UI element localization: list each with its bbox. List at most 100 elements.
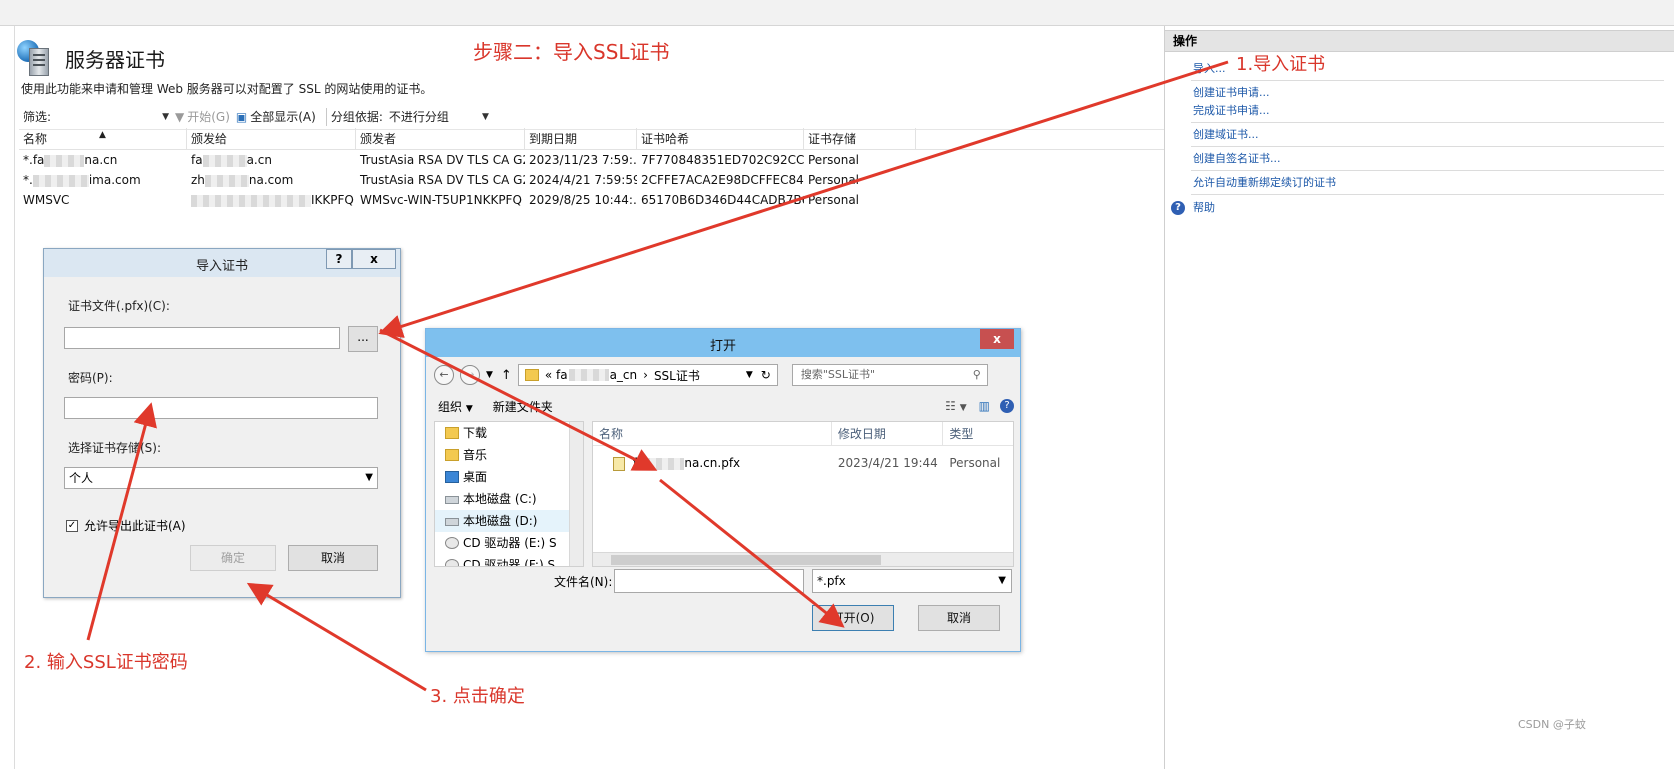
tree-item-drive-d[interactable]: 本地磁盘 (D:)	[435, 510, 583, 532]
show-all-button[interactable]: ▣ 全部显示(A)	[236, 108, 316, 125]
action-separator	[1191, 122, 1664, 123]
cd-drive-icon	[445, 559, 459, 566]
step1-annotation: 1.导入证书	[1236, 54, 1326, 75]
allow-export-label: 允许导出此证书(A)	[84, 519, 186, 533]
watermark: CSDN @子蚊	[1518, 718, 1586, 731]
store-label: 选择证书存储(S):	[68, 441, 162, 455]
start-filter-label: 开始(G)	[187, 110, 230, 124]
column-header-hash[interactable]: 证书哈希	[637, 128, 804, 149]
address-bar[interactable]: « fa a_cn › SSL证书 ▼ ↻	[517, 364, 778, 386]
group-by-select[interactable]: 不进行分组 ▼	[389, 108, 489, 125]
browse-button[interactable]: ...	[348, 326, 378, 352]
allow-export-checkbox[interactable]: ✓ 允许导出此证书(A)	[66, 517, 186, 534]
open-file-dialog: 打开 x ← → ▼ ↑ « fa a_cn › SSL证书 ▼ ↻ 搜索"SS…	[425, 328, 1021, 652]
action-separator	[1191, 170, 1664, 171]
close-icon[interactable]: x	[980, 329, 1014, 349]
search-input[interactable]: 搜索"SSL证书" ⚲	[791, 364, 988, 386]
filter-toolbar: 筛选: ▼ ▼ 开始(G) ▣ 全部显示(A) 分组依据: 不进行分组 ▼	[19, 104, 1205, 130]
filename-input[interactable]	[614, 569, 804, 593]
create-request-link[interactable]: 创建证书申请...	[1193, 84, 1674, 102]
page-title: 服务器证书	[65, 47, 165, 72]
tree-item-cd-f[interactable]: CD 驱动器 (F:) S	[435, 554, 583, 566]
help-label: 帮助	[1193, 201, 1215, 214]
page-header: 服务器证书	[17, 38, 165, 78]
table-row[interactable]: *.fa na.cn fa a.cn TrustAsia RSA DV TLS CA…	[19, 150, 1205, 170]
cancel-button[interactable]: 取消	[918, 605, 1000, 631]
back-arrow-icon[interactable]: ←	[434, 365, 454, 385]
tree-item-cd-e[interactable]: CD 驱动器 (E:) S	[435, 532, 583, 554]
import-dialog-titlebar: 导入证书 ? x	[44, 249, 400, 277]
certificate-file-icon	[613, 456, 625, 471]
filter-field[interactable]: 筛选: ▼	[19, 107, 169, 127]
new-folder-button[interactable]: 新建文件夹	[493, 398, 553, 415]
help-link[interactable]: ? 帮助	[1171, 199, 1674, 217]
drive-icon	[445, 496, 459, 504]
open-button[interactable]: 打开(O)	[812, 605, 894, 631]
drive-icon	[445, 518, 459, 526]
help-icon[interactable]: ?	[1000, 399, 1014, 413]
table-row[interactable]: *. ima.com zh na.com TrustAsia RSA DV TLS …	[19, 170, 1205, 190]
sort-ascending-icon: ▲	[99, 130, 106, 140]
column-header-store[interactable]: 证书存储	[804, 128, 916, 149]
group-by-label: 分组依据:	[330, 110, 383, 124]
step2-password-annotation: 2. 输入SSL证书密码	[24, 652, 188, 673]
help-icon: ?	[1171, 201, 1185, 215]
column-header-expiry[interactable]: 到期日期	[525, 128, 637, 149]
tree-item-desktop[interactable]: 桌面	[435, 466, 583, 488]
tree-item-music[interactable]: 音乐	[435, 444, 583, 466]
tree-scrollbar[interactable]	[569, 422, 583, 566]
certificate-table-header: 名称 ▲ 颁发给 颁发者 到期日期 证书哈希 证书存储	[19, 128, 1205, 150]
forward-arrow-icon[interactable]: →	[460, 365, 480, 385]
column-header-modified[interactable]: 修改日期	[832, 422, 944, 445]
folder-icon	[445, 427, 459, 439]
open-dialog-titlebar: 打开 x	[426, 329, 1020, 357]
view-options-icon[interactable]: ☷ ▼	[945, 399, 967, 413]
tree-item-drive-c[interactable]: 本地磁盘 (C:)	[435, 488, 583, 510]
address-segment: a_cn	[609, 368, 638, 382]
start-filter-button[interactable]: ▼ 开始(G)	[175, 108, 230, 125]
step3-confirm-annotation: 3. 点击确定	[430, 686, 525, 707]
close-icon[interactable]: x	[352, 249, 396, 269]
up-arrow-icon[interactable]: ↑	[501, 368, 512, 383]
show-all-icon: ▣	[235, 109, 248, 124]
file-row[interactable]: fa na.cn.pfx 2023/4/21 19:44 Personal	[593, 452, 1013, 474]
refresh-icon[interactable]: ↻	[761, 368, 771, 382]
chevron-down-icon: ▼	[162, 111, 169, 122]
column-header-name[interactable]: 名称	[593, 422, 832, 445]
preview-pane-icon[interactable]: ▥	[979, 399, 990, 413]
create-selfsigned-link[interactable]: 创建自签名证书...	[1193, 150, 1674, 168]
page-description: 使用此功能来申请和管理 Web 服务器可以对配置了 SSL 的网站使用的证书。	[21, 82, 433, 96]
column-header-issued-to[interactable]: 颁发给	[187, 128, 356, 149]
address-segment: SSL证书	[653, 368, 700, 383]
ok-button[interactable]: 确定	[190, 545, 276, 571]
complete-request-link[interactable]: 完成证书申请...	[1193, 102, 1674, 120]
help-button[interactable]: ?	[326, 249, 352, 269]
file-type-value: *.pfx	[817, 574, 846, 588]
tree-item-downloads[interactable]: 下载	[435, 422, 583, 444]
password-label: 密码(P):	[68, 371, 113, 385]
search-icon: ⚲	[972, 368, 981, 381]
file-type-select[interactable]: *.pfx ▼	[812, 569, 1012, 593]
file-list-scrollbar[interactable]	[593, 552, 1013, 566]
folder-icon	[524, 369, 539, 381]
organize-button[interactable]: 组织 ▼	[438, 398, 473, 415]
password-input[interactable]	[64, 397, 378, 419]
column-header-issuer[interactable]: 颁发者	[356, 128, 525, 149]
open-dialog-toolbar: 组织 ▼ 新建文件夹 ☷ ▼ ▥ ?	[434, 395, 1014, 417]
folder-tree: 下载 音乐 桌面 本地磁盘 (C:) 本地磁盘 (D:) CD 驱动器 (E:)…	[434, 421, 584, 567]
chevron-down-icon: ▼	[365, 472, 373, 483]
cd-drive-icon	[445, 537, 459, 549]
show-all-label: 全部显示(A)	[250, 110, 316, 124]
column-header-type[interactable]: 类型	[943, 422, 1013, 445]
window-top-strip	[0, 0, 1674, 26]
auto-rebind-link[interactable]: 允许自动重新绑定续订的证书	[1193, 174, 1674, 192]
create-domain-cert-link[interactable]: 创建域证书...	[1193, 126, 1674, 144]
column-header-name[interactable]: 名称 ▲	[19, 128, 187, 149]
chevron-down-icon[interactable]: ▼	[486, 370, 493, 380]
table-row[interactable]: WMSVC IKKPFQ WMSvc-WIN-T5UP1NKKPFQ 2029/…	[19, 190, 1205, 210]
cert-file-input[interactable]	[64, 327, 340, 349]
store-select[interactable]: 个人 ▼	[64, 467, 378, 489]
chevron-down-icon: ▼	[745, 370, 753, 380]
cancel-button[interactable]: 取消	[288, 545, 378, 571]
folder-icon	[445, 449, 459, 461]
